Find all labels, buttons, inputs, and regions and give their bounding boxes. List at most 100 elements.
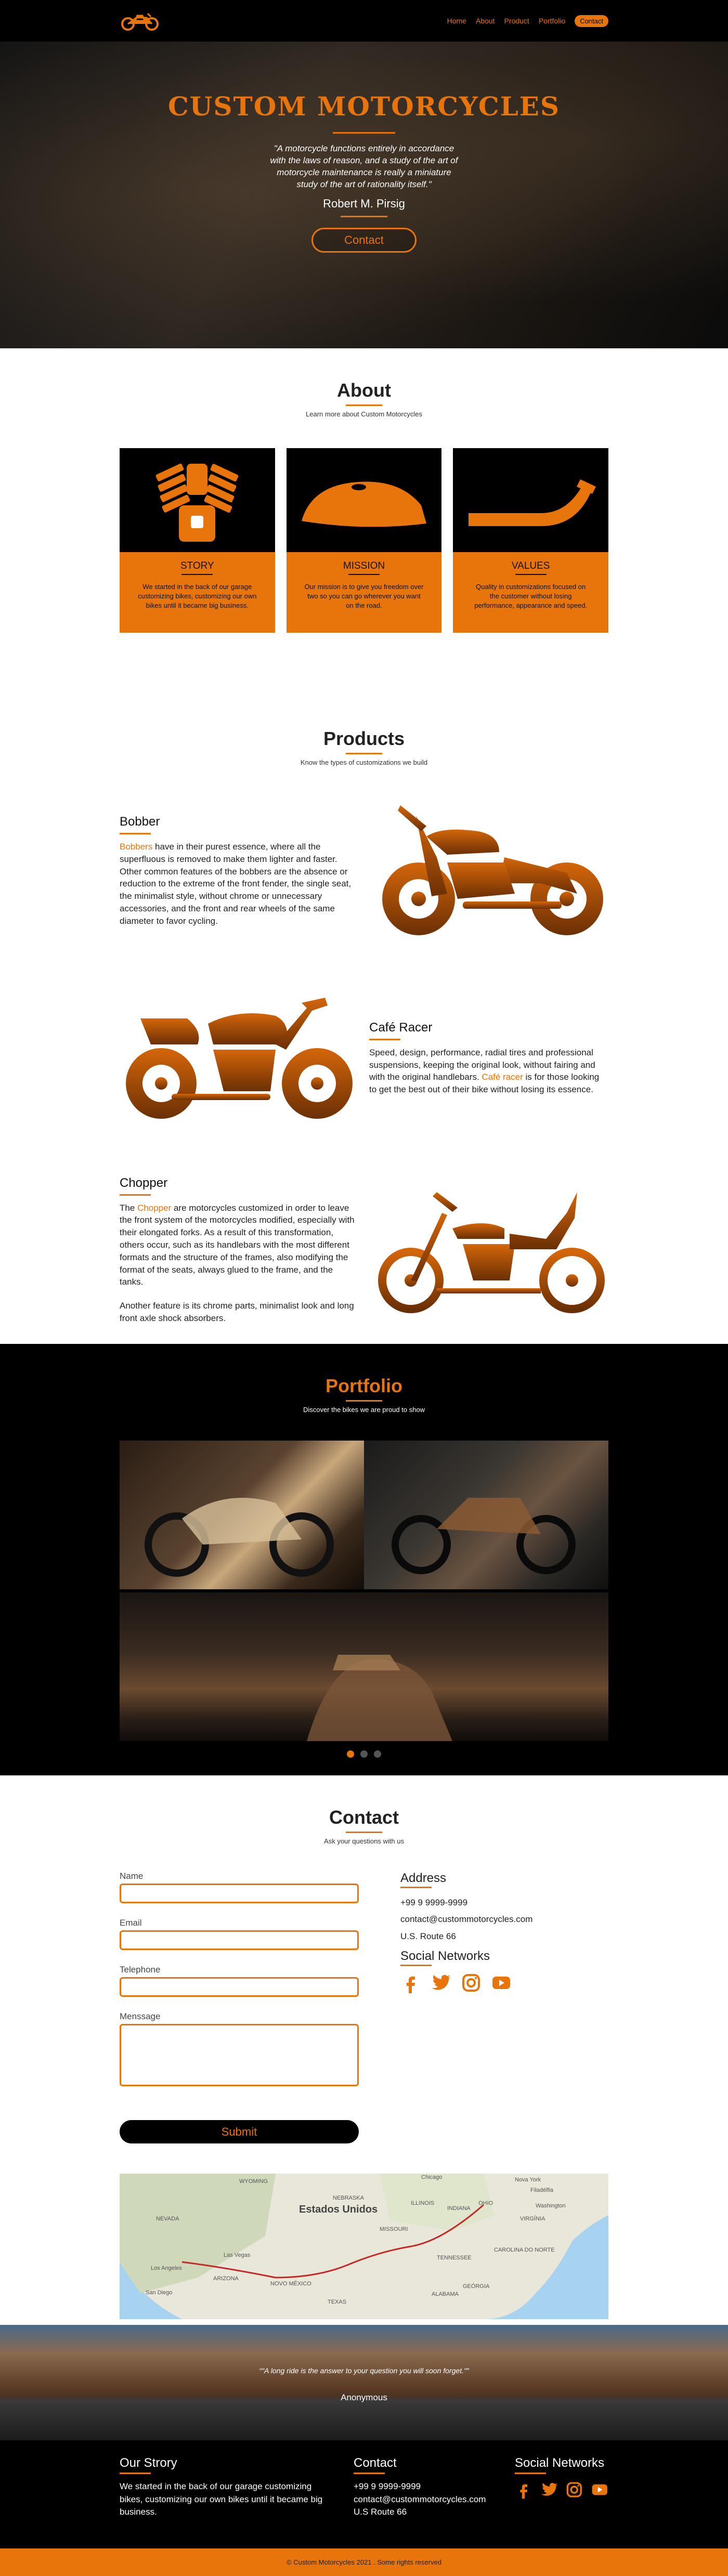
portfolio-carousel [120,1441,608,1741]
portfolio-title: Portfolio [326,1375,402,1396]
product-text-chopper: The Chopper are motorcycles customized i… [120,1202,355,1287]
instagram-icon[interactable] [461,1972,482,1993]
map-label-6: Los Angeles [151,2265,182,2271]
motorcycle-icon[interactable] [120,10,161,31]
message-field[interactable] [120,2024,359,2086]
location-map[interactable]: WYOMING NEBRASKA NEVADA Chicago Nova Yor… [120,2174,608,2319]
about-card-mission: MISSION Our mission is to give you freed… [286,448,442,633]
product-cafe-racer: Café Racer Speed, design, performance, r… [120,987,608,1128]
products-divider [346,753,382,754]
nav-product[interactable]: Product [504,17,529,25]
contact-section: Contact Ask your questions with us Name … [0,1775,728,2325]
product-title-chopper: Chopper [120,1176,168,1190]
address-street: U.S. Route 66 [400,1931,456,1941]
about-subtitle: Learn more about Custom Motorcycles [306,410,422,418]
about-card-values: VALUES Quality in customizations focused… [453,448,609,633]
message-label: Menssage [120,2011,161,2021]
map-label-2: NEVADA [156,2216,179,2222]
hero-contact-button[interactable]: Contact [311,227,417,253]
map-label-4: Nova York [515,2177,541,2183]
submit-button[interactable]: Submit [120,2120,359,2143]
nav-portfolio[interactable]: Portfolio [539,17,565,25]
card-title-mission: MISSION [343,560,385,571]
map-label-17: CAROLINA DO NORTE [494,2247,555,2253]
address-phone: +99 9 9999-9999 [400,1898,468,1907]
road-photo [0,2399,728,2440]
about-title: About [337,380,391,401]
map-label-9: ARIZONA [213,2276,239,2282]
products-title: Products [323,728,405,749]
carousel-dot-2[interactable] [360,1750,368,1758]
telephone-field[interactable] [120,1977,359,1997]
footer-phone: +99 9 9999-9999 [354,2481,421,2491]
address-title: Address [400,1871,447,1885]
contact-form: Name Email Telephone Menssage Submit [120,1871,359,2143]
copyright-bar: © Custom Motorcycles 2021 . Some rights … [0,2548,728,2576]
footer-story-title: Our Strory [120,2456,177,2470]
testimonial-quote: "A long ride is the answer to your quest… [262,2366,466,2375]
portfolio-section: Portfolio Discover the bikes we are prou… [0,1344,728,1775]
map-label-19: ALABAMA [432,2291,459,2297]
carousel-dot-3[interactable] [374,1750,381,1758]
testimonial-section: "A long ride is the answer to your quest… [0,2325,728,2440]
portfolio-photo-3[interactable] [120,1592,608,1741]
card-title-values: VALUES [511,560,550,571]
nav-home[interactable]: Home [447,17,466,25]
carousel-dot-1[interactable] [347,1750,354,1758]
hero-author: Robert M. Pirsig [323,197,405,210]
facebook-icon[interactable] [400,1972,421,1993]
contact-subtitle: Ask your questions with us [324,1837,404,1845]
contact-divider [346,1832,382,1833]
hero-title: CUSTOM MOTORCYCLES [167,91,561,122]
map-label-7: San Diego [146,2290,172,2296]
bobber-motorcycle-icon [382,805,603,935]
name-label: Name [120,1871,144,1881]
map-label-3: Chicago [421,2174,442,2180]
map-label-10: TEXAS [328,2299,346,2305]
youtube-icon[interactable] [591,2480,609,2499]
telephone-label: Telephone [120,1965,161,1975]
name-field[interactable] [120,1884,359,1903]
chopper-link[interactable]: Chopper [137,1203,171,1213]
email-label: Email [120,1918,142,1928]
hero-quote: "A motorcycle functions entirely in acco… [270,143,458,189]
chopper-motorcycle-icon [378,1192,605,1314]
footer-email: contact@custommotorcycles.com [354,2494,486,2504]
footer-social-links [515,2480,608,2499]
map-country-label: Estados Unidos [299,2204,378,2215]
youtube-icon[interactable] [491,1972,512,1993]
hero-section: CUSTOM MOTORCYCLES "A motorcycle functio… [0,0,728,348]
product-text-cafe-racer: Speed, design, performance, radial tires… [369,1047,600,1095]
facebook-icon[interactable] [515,2480,533,2499]
email-field[interactable] [120,1930,359,1950]
map-label-15: VIRGÍNIA [520,2215,545,2222]
instagram-icon[interactable] [565,2480,583,2499]
cafe-racer-motorcycle-icon [126,998,353,1119]
map-label-1: NEBRASKA [333,2195,365,2201]
map-label-12: ILLINOIS [411,2200,434,2206]
testimonial-author: Anonymous [341,2392,387,2402]
twitter-icon[interactable] [431,1972,451,1993]
map-label-16: TENNESSEE [437,2255,472,2261]
nav-contact-button[interactable]: Contact [575,15,608,27]
carousel-indicators [0,1750,728,1758]
portfolio-photo-2[interactable] [364,1441,608,1589]
map-label-0: WYOMING [239,2178,268,2185]
footer: Our Strory We started in the back of our… [0,2440,728,2548]
twitter-icon[interactable] [540,2480,558,2499]
footer-contact-title: Contact [354,2456,397,2470]
card-text-story: We started in the back of our garage cus… [138,583,257,610]
map-label-21: Filadélfia [530,2187,554,2193]
fuel-tank-icon [302,481,426,527]
about-divider [346,404,382,406]
portfolio-photo-1[interactable] [120,1441,364,1589]
contact-title: Contact [329,1807,399,1828]
products-subtitle: Know the types of customizations we buil… [300,759,428,766]
map-label-5: Las Vegas [224,2252,251,2258]
about-section: About Learn more about Custom Motorcycle… [0,348,728,665]
cafe-racer-link[interactable]: Café racer [482,1072,523,1082]
bobbers-link[interactable]: Bobbers [120,842,152,852]
map-label-13: INDIANA [447,2205,471,2212]
top-navigation: Home About Product Portfolio Contact [0,0,728,42]
nav-about[interactable]: About [476,17,495,25]
